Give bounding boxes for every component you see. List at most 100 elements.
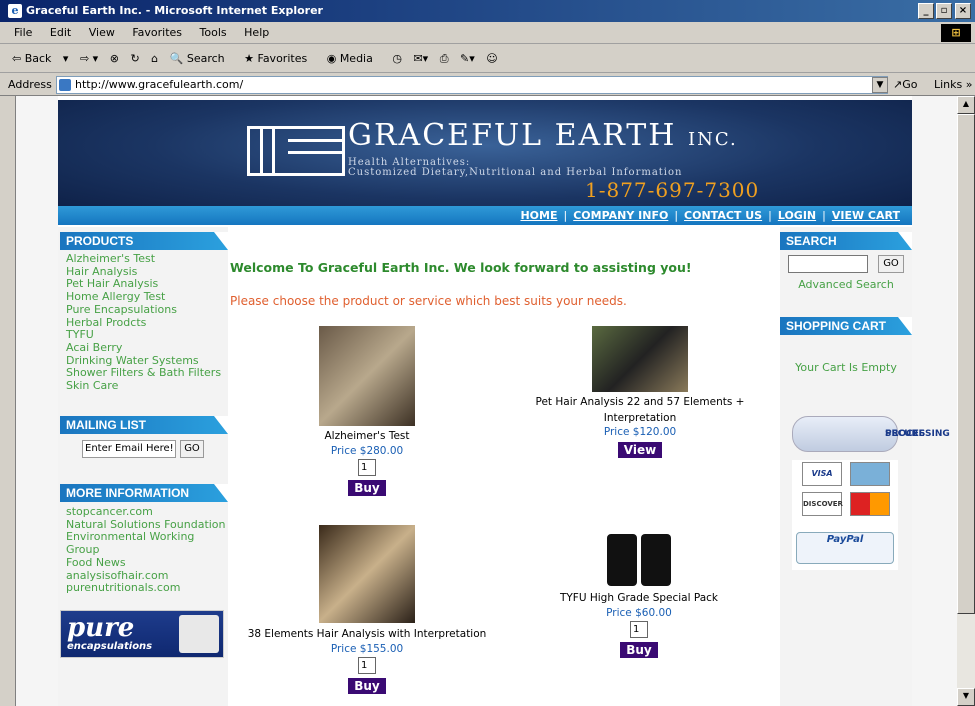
links-label: Links <box>934 78 963 91</box>
window-titlebar: e Graceful Earth Inc. - Microsoft Intern… <box>0 0 975 22</box>
go-button[interactable]: ↗Go <box>893 74 917 96</box>
scroll-down-icon[interactable]: ▼ <box>957 688 975 706</box>
forward-button[interactable]: ⇨ ▾ <box>80 52 98 65</box>
stop-icon[interactable]: ⊗ <box>110 52 119 65</box>
scroll-up-icon[interactable]: ▲ <box>957 96 975 114</box>
discover-icon: DISCOVER <box>802 492 843 516</box>
refresh-icon[interactable]: ↻ <box>130 52 139 65</box>
menu-bar: File Edit View Favorites Tools Help <box>0 22 975 44</box>
edit-icon[interactable]: ✎▾ <box>460 52 475 65</box>
address-dropdown-icon[interactable]: ▼ <box>872 77 888 93</box>
quantity-input[interactable]: 1 <box>358 459 376 476</box>
buy-button[interactable]: Buy <box>620 642 658 658</box>
mastercard-icon <box>850 492 890 516</box>
search-button[interactable]: 🔍 Search <box>170 52 233 65</box>
messenger-icon[interactable]: ☺ <box>486 52 497 65</box>
print-icon[interactable]: ⎙ <box>440 52 449 65</box>
pure-ad-title: pure <box>67 613 135 643</box>
mailing-go-button[interactable]: GO <box>180 440 204 458</box>
menu-edit[interactable]: Edit <box>50 26 71 39</box>
page-icon <box>59 79 71 91</box>
quantity-input[interactable]: 1 <box>358 657 376 674</box>
product-link[interactable]: Home Allergy Test <box>66 290 221 304</box>
paypal-label: PayPal <box>826 534 864 545</box>
product-image[interactable] <box>592 326 688 392</box>
product-name[interactable]: Alzheimer's Test <box>258 430 476 442</box>
pure-encapsulations-ad[interactable]: pure encapsulations <box>60 610 224 658</box>
payment-cards: VISA DISCOVER PayPal <box>792 460 898 570</box>
secure-processing-badge: SECURE PROCESSING <box>792 416 950 452</box>
minimize-button[interactable]: _ <box>918 3 934 19</box>
mailing-list-heading: MAILING LIST <box>60 416 228 434</box>
product-card-alzheimers: Alzheimer's Test Price $280.00 1 Buy <box>258 326 476 496</box>
left-window-edge <box>0 96 16 706</box>
product-link[interactable]: Acai Berry <box>66 341 221 355</box>
product-image[interactable] <box>319 525 415 623</box>
product-link[interactable]: Alzheimer's Test <box>66 252 221 266</box>
back-button[interactable]: ⇦ Back ▾ <box>12 52 68 65</box>
info-link[interactable]: Food News <box>66 556 226 570</box>
search-input[interactable] <box>788 255 868 273</box>
scroll-thumb[interactable] <box>957 114 975 614</box>
bottle-icon <box>641 534 671 586</box>
nav-login[interactable]: LOGIN <box>778 209 816 222</box>
vertical-scrollbar[interactable]: ▲ ▼ <box>957 96 975 706</box>
product-link[interactable]: Skin Care <box>66 379 221 393</box>
buy-button[interactable]: Buy <box>348 678 386 694</box>
advanced-search-link[interactable]: Advanced Search <box>780 278 912 291</box>
search-go-button[interactable]: GO <box>878 255 904 273</box>
address-bar: Address http://www.gracefulearth.com/ ▼ … <box>0 74 975 96</box>
more-information-heading: MORE INFORMATION <box>60 484 228 502</box>
links-button[interactable]: Links » <box>934 74 973 96</box>
product-price: Price $280.00 <box>330 445 404 457</box>
site-banner: GRACEFUL EARTH INC. Health Alternatives:… <box>58 100 912 214</box>
product-price: Price $120.00 <box>603 426 677 438</box>
home-icon[interactable]: ⌂ <box>151 52 158 65</box>
back-label: Back <box>24 52 52 65</box>
windows-logo-icon: ⊞ <box>941 24 971 42</box>
product-image[interactable] <box>603 530 675 586</box>
visa-icon: VISA <box>802 462 842 486</box>
product-link[interactable]: Pure Encapsulations <box>66 303 221 317</box>
product-card-tyfu: TYFU High Grade Special Pack Price $60.0… <box>544 530 734 658</box>
bottle-icon <box>607 534 637 586</box>
nav-company-info[interactable]: COMPANY INFO <box>573 209 668 222</box>
top-navigation: HOME | COMPANY INFO | CONTACT US | LOGIN | VIEW … <box>58 206 912 225</box>
view-button[interactable]: View <box>617 442 663 458</box>
menu-help[interactable]: Help <box>244 26 269 39</box>
info-link[interactable]: purenutritionals.com <box>66 582 226 595</box>
product-name[interactable]: Pet Hair Analysis 22 and 57 Elements + In… <box>526 394 754 426</box>
favorites-button[interactable]: ★ Favorites <box>244 52 315 65</box>
nav-separator: | <box>822 209 826 222</box>
info-link[interactable]: Group <box>66 543 226 557</box>
product-name[interactable]: 38 Elements Hair Analysis with Interpret… <box>238 628 496 640</box>
nav-separator: | <box>563 209 568 222</box>
close-button[interactable]: × <box>955 3 971 19</box>
more-info-list: stopcancer.com Natural Solutions Foundat… <box>66 505 226 595</box>
quantity-input[interactable]: 1 <box>630 621 648 638</box>
product-name-line1: Pet Hair Analysis 22 and 57 Elements + <box>535 396 745 408</box>
menu-view[interactable]: View <box>89 26 115 39</box>
email-input[interactable]: Enter Email Here! <box>82 440 176 458</box>
maximize-button[interactable]: ▫ <box>936 3 952 19</box>
nav-separator: | <box>768 209 772 222</box>
nav-home[interactable]: HOME <box>520 209 557 222</box>
media-button[interactable]: ◉ Media <box>327 52 381 65</box>
history-icon[interactable]: ◷ <box>392 52 402 65</box>
browser-viewport: GRACEFUL EARTH INC. Health Alternatives:… <box>16 96 957 706</box>
product-image[interactable] <box>319 326 415 426</box>
info-link[interactable]: stopcancer.com <box>66 505 226 519</box>
search-label: Search <box>186 52 225 65</box>
product-name[interactable]: TYFU High Grade Special Pack <box>544 592 734 604</box>
buy-button[interactable]: Buy <box>348 480 386 496</box>
product-card-pet-hair: Pet Hair Analysis 22 and 57 Elements + In… <box>526 326 754 458</box>
nav-view-cart[interactable]: VIEW CART <box>832 209 900 222</box>
menu-favorites[interactable]: Favorites <box>132 26 182 39</box>
menu-tools[interactable]: Tools <box>200 26 227 39</box>
pure-ad-subtitle: encapsulations <box>67 641 153 652</box>
menu-file[interactable]: File <box>14 26 32 39</box>
brand-suffix: INC. <box>687 129 738 150</box>
mail-icon[interactable]: ✉▾ <box>413 52 428 65</box>
address-input[interactable]: http://www.gracefulearth.com/ <box>56 76 888 94</box>
nav-contact-us[interactable]: CONTACT US <box>684 209 762 222</box>
